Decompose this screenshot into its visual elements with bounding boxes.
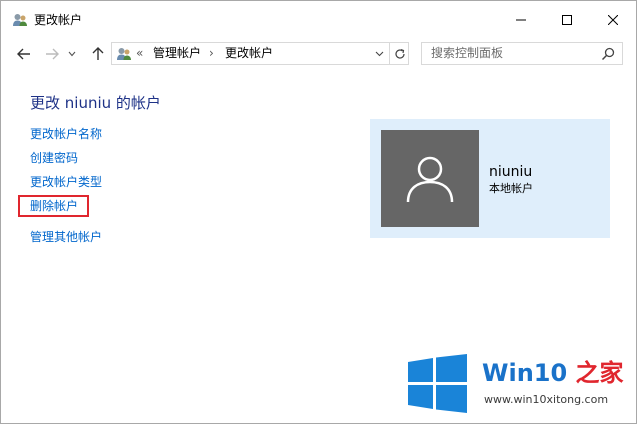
refresh-button[interactable] (389, 43, 409, 64)
account-panel: niuniu 本地帐户 (370, 119, 610, 238)
minimize-icon (516, 19, 526, 21)
arrow-up-icon (92, 47, 104, 60)
breadcrumb-overflow[interactable]: « (136, 45, 143, 62)
breadcrumb-separator[interactable]: › (209, 45, 214, 62)
search-input[interactable]: 搜索控制面板 (421, 42, 623, 65)
windows-logo-icon (408, 354, 467, 413)
up-button[interactable] (87, 43, 109, 65)
refresh-icon (394, 48, 405, 59)
users-icon (13, 14, 27, 26)
back-button[interactable] (13, 43, 35, 65)
arrow-right-icon (46, 48, 59, 60)
change-account-name-link[interactable]: 更改帐户名称 (30, 126, 102, 142)
change-account-type-link[interactable]: 更改帐户类型 (30, 174, 102, 190)
user-icon (406, 156, 454, 202)
delete-account-link[interactable]: 删除帐户 (30, 198, 78, 214)
breadcrumb-change-account[interactable]: 更改帐户 (225, 45, 273, 62)
minimize-button[interactable] (498, 1, 544, 39)
avatar (381, 130, 479, 227)
watermark-url: www.win10xitong.com (484, 393, 609, 406)
account-name: niuniu (489, 164, 533, 180)
page-title: 更改 niuniu 的帐户 (30, 94, 161, 112)
users-icon (117, 48, 131, 60)
maximize-icon (562, 15, 572, 25)
close-icon (608, 15, 618, 25)
recent-locations-button[interactable] (65, 43, 79, 65)
watermark-brand: Win10 之家 (482, 359, 624, 387)
manage-other-accounts-link[interactable]: 管理其他帐户 (30, 229, 102, 245)
address-bar[interactable]: « 管理帐户 › 更改帐户 (111, 42, 409, 65)
chevron-down-icon (68, 51, 76, 57)
close-button[interactable] (590, 1, 636, 39)
window-title: 更改帐户 (34, 13, 83, 27)
chevron-down-icon (375, 51, 383, 56)
watermark-brand-zhijia: 之家 (575, 359, 624, 387)
arrow-left-icon (17, 48, 30, 60)
change-account-window: 更改帐户 « 管理帐户 › 更改帐户 搜索控制面板 更改 niuniu 的帐户 … (0, 0, 637, 424)
address-dropdown-button[interactable] (370, 44, 388, 63)
create-password-link[interactable]: 创建密码 (30, 150, 78, 166)
navigation-bar: « 管理帐户 › 更改帐户 搜索控制面板 (1, 39, 636, 69)
title-bar[interactable]: 更改帐户 (1, 1, 636, 39)
search-icon[interactable] (600, 46, 616, 62)
breadcrumb-manage-accounts[interactable]: 管理帐户 (153, 45, 201, 62)
maximize-button[interactable] (544, 1, 590, 39)
account-type: 本地帐户 (489, 182, 533, 195)
watermark-brand-win10: Win10 (482, 359, 568, 387)
forward-button[interactable] (41, 43, 63, 65)
search-placeholder: 搜索控制面板 (431, 46, 504, 60)
